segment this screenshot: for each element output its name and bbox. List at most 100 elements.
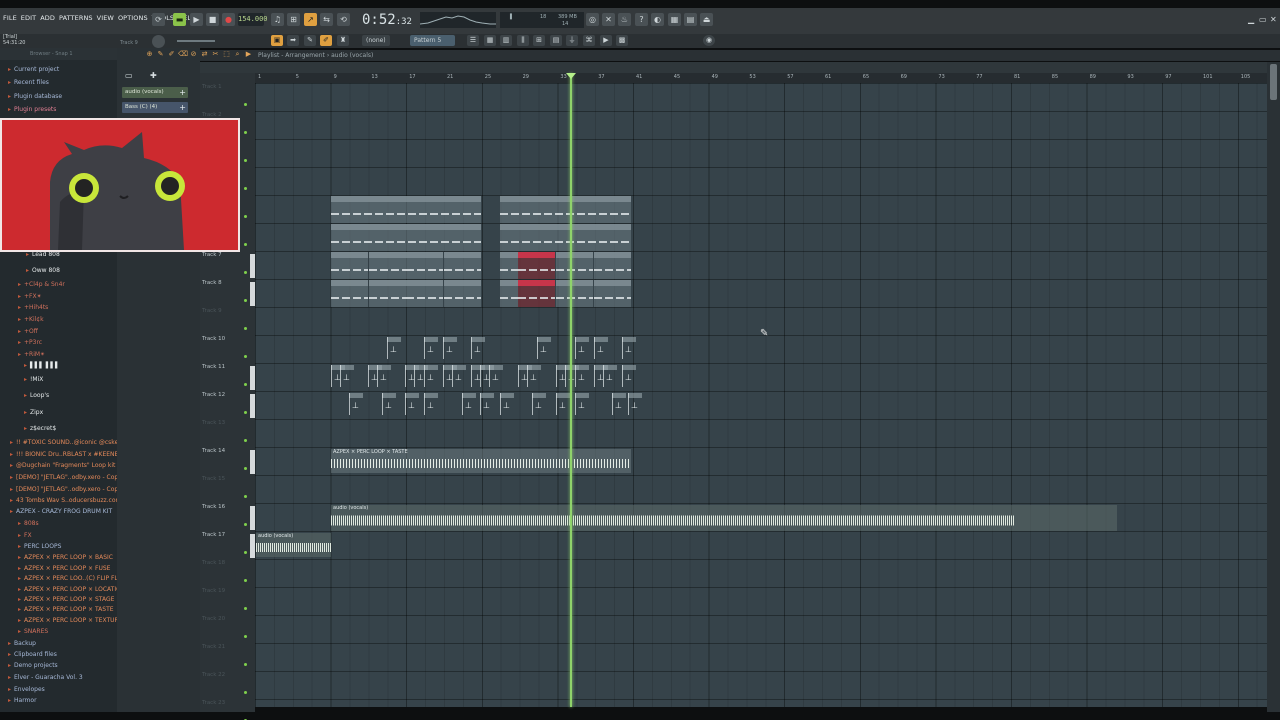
track-label[interactable]: Track 23 xyxy=(202,700,225,706)
draw-tool-icon[interactable]: ✎ xyxy=(156,50,165,59)
menu-options[interactable]: OPTIONS xyxy=(118,14,148,26)
drum-pattern-clip[interactable]: ⊥ xyxy=(424,393,438,415)
slice-tool-icon[interactable]: ✂ xyxy=(211,50,220,59)
drum-pattern-clip[interactable]: ⊥ xyxy=(575,393,589,415)
pattern-selector[interactable]: Pattern 5 xyxy=(410,35,455,46)
browser-item[interactable]: ▸ Current project xyxy=(8,66,59,74)
brush-icon[interactable]: ✐ xyxy=(320,35,332,46)
mixer-window-icon[interactable]: ⫼ xyxy=(517,35,529,46)
drum-pattern-clip[interactable]: ⊥ xyxy=(594,337,608,359)
menu-add[interactable]: ADD xyxy=(40,14,55,26)
track-label[interactable]: Track 13 xyxy=(202,420,225,426)
browser-item[interactable]: ▸ +FX✴ xyxy=(18,293,42,301)
browser-item[interactable]: ▸ AZPEX × PERC LOOP × TASTE xyxy=(18,606,114,614)
bulb-icon[interactable]: ♨ xyxy=(618,13,631,26)
track-enable-led[interactable] xyxy=(244,607,247,610)
pattern-clip[interactable]: Pattern 3 xyxy=(369,252,406,279)
piano-roll-icon[interactable]: ▦ xyxy=(668,13,681,26)
drum-pattern-clip[interactable]: ⊥ xyxy=(612,393,626,415)
browser-item[interactable]: ▸ [DEMO] "JETLAG"..odby.xero - Copy xyxy=(10,474,122,482)
mixer-icon[interactable]: ✕ xyxy=(602,13,615,26)
browser-item[interactable]: ▸ AZPEX - CRAZY FROG DRUM KIT xyxy=(10,508,112,516)
drum-pattern-clip[interactable]: ⊥ xyxy=(628,393,642,415)
stamp-icon[interactable]: ♜ xyxy=(337,35,349,46)
drum-pattern-clip[interactable]: ⊥ xyxy=(527,365,541,387)
snap-magnet-icon[interactable]: ⊕ xyxy=(145,50,154,59)
drum-pattern-clip[interactable]: ⊥ xyxy=(500,393,514,415)
chat-icon[interactable]: ◐ xyxy=(651,13,664,26)
track-enable-led[interactable] xyxy=(244,495,247,498)
video-icon[interactable]: ▶ xyxy=(600,35,612,46)
loop-record-icon[interactable]: ⇆ xyxy=(320,13,333,26)
snap-selector[interactable]: (none) xyxy=(362,35,390,46)
track-enable-led[interactable] xyxy=(244,635,247,638)
track-label[interactable]: Track 10 xyxy=(202,336,225,342)
timeline-ruler[interactable] xyxy=(255,73,1267,83)
channel-list-icon[interactable]: ▭ xyxy=(125,71,137,81)
track-label[interactable]: Track 7 xyxy=(202,252,222,258)
pattern-clip[interactable]: Pattern 4 xyxy=(331,224,481,251)
menu-patterns[interactable]: PATTERNS xyxy=(59,14,93,26)
track-enable-led[interactable] xyxy=(244,411,247,414)
browser-item[interactable]: ▸ @Dugchain "Fragments" Loop kit xyxy=(10,462,115,470)
browser-item[interactable]: ▸ PERC LOOPS xyxy=(18,543,61,551)
plug-icon[interactable]: ⏚ xyxy=(566,35,578,46)
drum-pattern-clip[interactable]: ⊥ xyxy=(622,365,636,387)
plus-icon[interactable]: + xyxy=(179,87,186,98)
track-enable-led[interactable] xyxy=(244,327,247,330)
track-enable-led[interactable] xyxy=(244,691,247,694)
plus-icon[interactable]: + xyxy=(179,102,186,113)
pattern-clip[interactable]: Pattern 3 xyxy=(594,252,631,279)
globe-icon[interactable]: ◉ xyxy=(703,35,715,46)
drum-pattern-clip[interactable]: ⊥ xyxy=(349,393,363,415)
delete-tool-icon[interactable]: ⌫ xyxy=(178,50,188,59)
mute-tool-icon[interactable]: ⊘ xyxy=(189,50,198,59)
browser-item[interactable]: ▸ AZPEX × PERC LOOP × TEXTURE xyxy=(18,617,122,625)
pattern-clip[interactable]: Pattern 2 xyxy=(369,280,406,307)
drum-pattern-clip[interactable]: ⊥ xyxy=(556,393,570,415)
channel-audio-vocals[interactable]: audio (vocals) + xyxy=(122,87,188,98)
refresh-icon[interactable]: ⟳ xyxy=(152,13,165,26)
browser-item[interactable]: ▸ Elver - Guaracha Vol. 3 xyxy=(8,674,83,682)
pattern-clip[interactable]: Pattern 5 xyxy=(331,196,481,223)
track-enable-led[interactable] xyxy=(244,243,247,246)
track-label[interactable]: Track 22 xyxy=(202,672,225,678)
playlist-icon[interactable]: ☰ xyxy=(467,35,479,46)
pattern-clip[interactable]: Pattern 3 xyxy=(556,252,593,279)
pencil-icon[interactable]: ✎ xyxy=(304,35,316,46)
drum-pattern-clip[interactable]: ⊥ xyxy=(424,365,438,387)
browser-item[interactable]: ▸ Demo projects xyxy=(8,662,58,670)
close-icon[interactable]: ✕ xyxy=(1270,15,1277,24)
browser-item[interactable]: ▸ Lead 808 xyxy=(26,251,60,259)
drum-pattern-clip[interactable]: ⊥ xyxy=(387,337,401,359)
maximize-icon[interactable]: ▭ xyxy=(1259,15,1267,24)
track-enable-led[interactable] xyxy=(244,551,247,554)
countdown-icon[interactable]: ↗ xyxy=(304,13,317,26)
vocals-audio-clip-small[interactable]: audio (vocals) xyxy=(256,533,331,557)
track-enable-led[interactable] xyxy=(244,103,247,106)
drum-pattern-clip[interactable]: ⊥ xyxy=(480,393,494,415)
minimize-icon[interactable]: ▁ xyxy=(1248,15,1254,24)
pattern-clip[interactable]: Pattern 3 xyxy=(331,252,368,279)
vertical-scrollbar[interactable] xyxy=(1267,62,1280,712)
pattern-clip[interactable]: Pattern 2 xyxy=(406,280,443,307)
track-label[interactable]: Track 11 xyxy=(202,364,225,370)
drum-pattern-clip[interactable]: ⊥ xyxy=(575,365,589,387)
pattern-clip[interactable]: Pattern 2 xyxy=(444,280,481,307)
track-label[interactable]: Track 21 xyxy=(202,644,225,650)
playhead-marker[interactable] xyxy=(566,73,576,79)
browser-icon[interactable]: ▤ xyxy=(684,13,697,26)
track-enable-led[interactable] xyxy=(244,355,247,358)
track-label[interactable]: Track 17 xyxy=(202,532,225,538)
master-volume-knob[interactable] xyxy=(152,35,165,48)
track-enable-led[interactable] xyxy=(244,187,247,190)
pattern-clip[interactable]: Pattern 4 xyxy=(500,224,631,251)
channel-rack-icon[interactable]: ▥ xyxy=(500,35,512,46)
pattern-clip[interactable]: Pattern 2 xyxy=(556,280,593,307)
arrow-right-icon[interactable]: ➡ xyxy=(287,35,299,46)
playlist-scrollbar[interactable] xyxy=(200,62,1267,73)
track-label[interactable]: Track 1 xyxy=(202,84,222,90)
browser-item[interactable]: ▸ +Hih4ts xyxy=(18,304,48,312)
track-enable-led[interactable] xyxy=(244,271,247,274)
track-enable-led[interactable] xyxy=(244,383,247,386)
